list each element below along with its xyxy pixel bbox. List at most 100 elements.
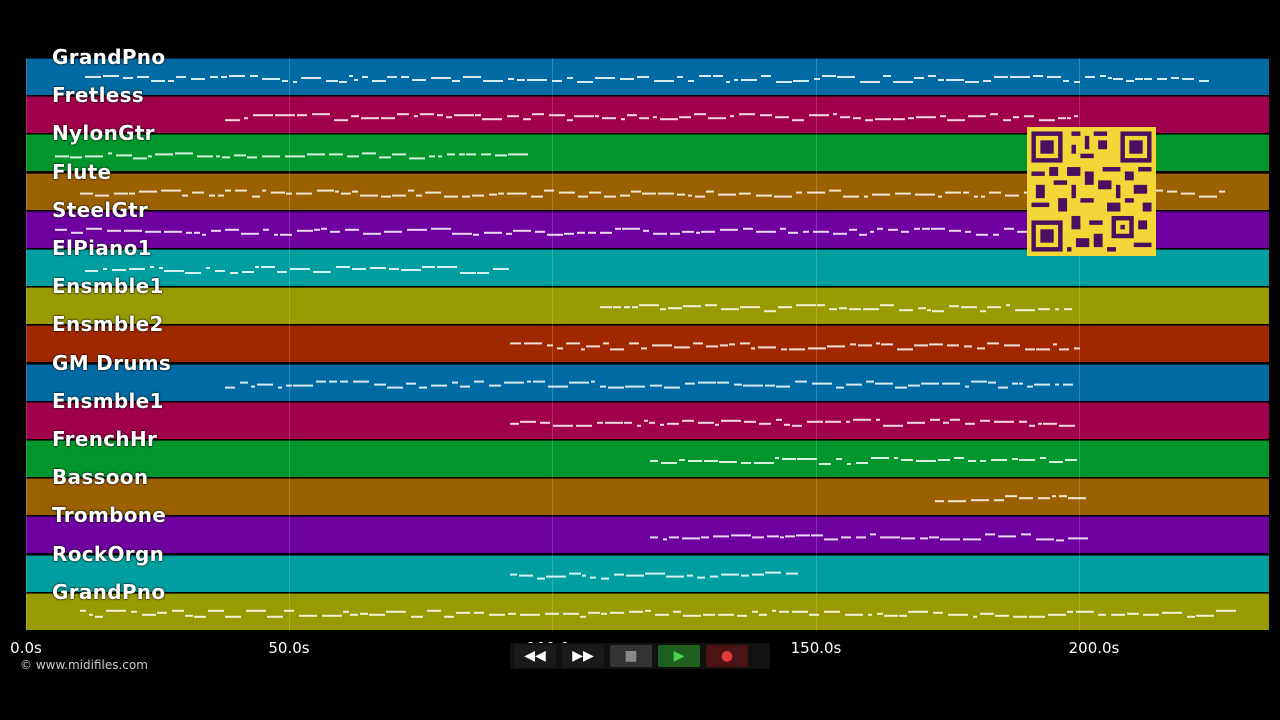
- note: [202, 233, 206, 236]
- note: [527, 79, 547, 81]
- note: [108, 152, 112, 155]
- note: [701, 536, 709, 539]
- note: [743, 227, 753, 230]
- note: [1043, 422, 1057, 425]
- note: [379, 156, 391, 159]
- note: [965, 422, 975, 425]
- note: [840, 116, 850, 119]
- note: [921, 382, 939, 385]
- record-button[interactable]: ●: [706, 645, 748, 667]
- note: [431, 384, 447, 387]
- note: [230, 272, 238, 274]
- record-icon: ●: [720, 648, 734, 664]
- note: [1113, 78, 1123, 80]
- note: [586, 345, 600, 348]
- note: [1068, 537, 1088, 540]
- note: [916, 460, 936, 462]
- rewind-button[interactable]: ◀◀: [514, 645, 556, 667]
- note: [267, 615, 283, 618]
- note: [604, 195, 616, 198]
- note: [1064, 308, 1072, 311]
- note: [381, 195, 391, 198]
- note: [976, 233, 988, 236]
- note: [908, 117, 914, 120]
- note: [1038, 497, 1050, 500]
- note: [949, 305, 959, 308]
- note: [765, 571, 781, 574]
- note: [544, 189, 554, 192]
- note: [916, 116, 936, 119]
- note: [588, 611, 600, 614]
- note: [508, 153, 528, 156]
- note: [106, 609, 126, 612]
- note: [837, 76, 855, 78]
- note: [995, 614, 1009, 617]
- note: [535, 230, 545, 233]
- note: [938, 195, 942, 198]
- note: [739, 192, 751, 195]
- note: [150, 266, 154, 268]
- play-button[interactable]: ▶: [658, 645, 700, 667]
- stop-button[interactable]: ■: [610, 645, 652, 667]
- note: [552, 80, 562, 82]
- note: [824, 538, 838, 541]
- note: [225, 189, 231, 192]
- note: [776, 385, 790, 388]
- note: [474, 380, 484, 383]
- note: [1068, 497, 1086, 500]
- note: [262, 189, 266, 192]
- note: [567, 119, 573, 122]
- note: [751, 347, 755, 350]
- note: [780, 536, 784, 539]
- note: [474, 611, 484, 614]
- note: [172, 609, 184, 612]
- note: [767, 535, 779, 538]
- note: [649, 421, 655, 424]
- note: [349, 75, 353, 77]
- note: [685, 382, 695, 385]
- note: [914, 77, 924, 79]
- note: [829, 189, 841, 192]
- note: [652, 344, 672, 347]
- note: [608, 386, 624, 389]
- note: [508, 612, 516, 615]
- note: [758, 346, 776, 349]
- fast-forward-button[interactable]: ▶▶: [562, 645, 604, 667]
- note: [948, 613, 968, 616]
- note: [580, 615, 586, 618]
- note: [713, 75, 723, 77]
- note: [284, 609, 294, 612]
- note: [792, 610, 808, 613]
- note: [683, 305, 701, 308]
- note: [880, 304, 894, 307]
- note: [446, 116, 452, 119]
- note: [532, 113, 544, 116]
- note: [508, 78, 514, 80]
- note: [871, 457, 889, 459]
- note: [547, 233, 563, 236]
- note: [908, 610, 928, 613]
- note: [778, 306, 792, 309]
- note: [977, 347, 985, 350]
- note: [935, 500, 944, 503]
- note: [510, 342, 521, 345]
- note: [899, 614, 907, 617]
- note: [274, 233, 278, 236]
- note: [792, 119, 804, 122]
- note: [271, 191, 285, 194]
- note: [145, 230, 161, 233]
- note: [473, 233, 479, 236]
- note: [946, 79, 964, 81]
- note: [1010, 76, 1030, 78]
- note: [563, 612, 579, 615]
- note: [693, 342, 703, 345]
- note: [792, 424, 802, 427]
- note: [312, 113, 330, 116]
- note: [1036, 538, 1054, 541]
- note: [888, 228, 898, 231]
- note: [688, 460, 702, 462]
- note: [168, 80, 174, 82]
- note: [1181, 192, 1195, 195]
- note: [164, 270, 184, 272]
- note: [1012, 458, 1018, 460]
